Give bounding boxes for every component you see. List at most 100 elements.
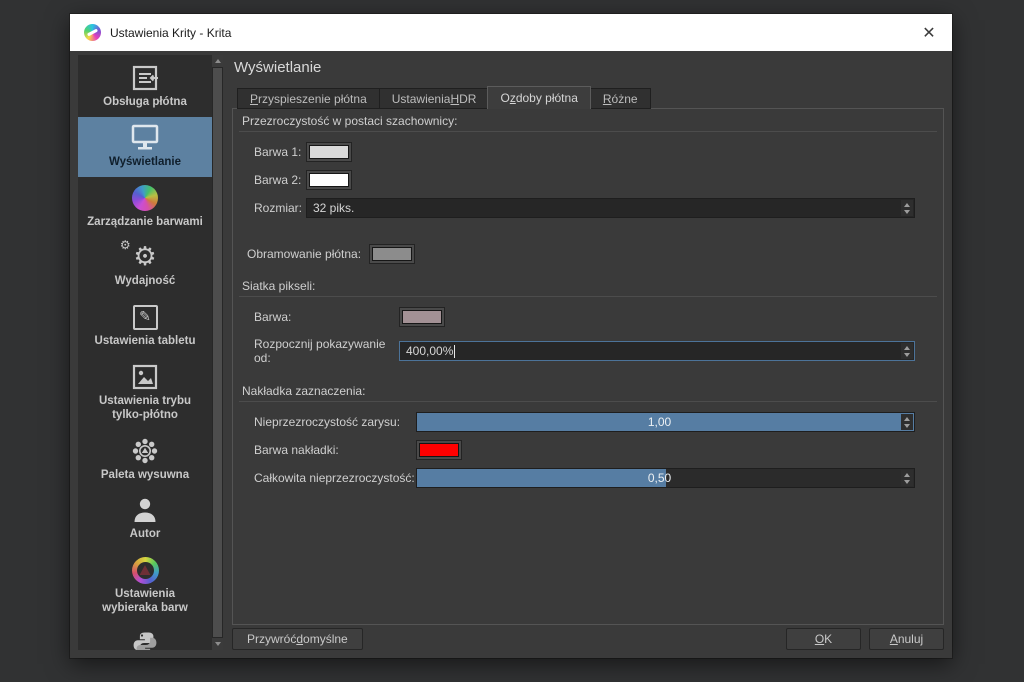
sidebar-item-paleta-wysuwna[interactable]: Paleta wysuwna [78,430,212,490]
sidebar-item-tryb-tylko-plotno[interactable]: Ustawienia trybu tylko-płótno [78,356,212,430]
group-checkers-title: Przezroczystość w postaci szachownicy: [239,109,937,132]
spin-up-icon [904,345,910,350]
sidebar-item-label: Zarządzanie barwami [87,215,203,228]
pixel-grid-start-spinbox[interactable]: 400,00% [399,341,915,361]
color-swatch [372,247,413,261]
tab-bar: Przyspieszenie płótna Ustawienia H DR Ozd… [232,86,944,109]
pixel-grid-color-label: Barwa: [254,310,292,324]
pixel-grid-start-label: Rozpocznij pokazywanie od: [254,337,386,365]
group-selection-overlay: Nakładka zaznaczenia: Nieprzezroczystość… [239,379,937,502]
settings-window: Ustawienia Krity - Krita ✕ Obsługa płótn… [70,14,952,658]
triangle-up-icon [214,59,221,63]
color1-label: Barwa 1: [254,145,302,159]
tab-przyspieszenie-plotna[interactable]: Przyspieszenie płótna [237,88,379,109]
spin-buttons[interactable] [901,470,913,486]
dialog-body: Obsługa płótna Wyświetlanie Zarządzanie … [70,51,952,658]
checker-color2-button[interactable] [306,170,352,190]
sidebar-item-label: Autor [129,528,161,541]
window-title: Ustawienia Krity - Krita [110,25,232,40]
group-pixel-grid: Siatka pikseli: Barwa: Rozpocznij pokazy… [239,274,937,379]
desktop-backdrop: Ustawienia Krity - Krita ✕ Obsługa płótn… [0,0,1024,682]
dialog-footer: Przywróć d omyślne OK Anuluj [232,628,944,650]
checker-size-spinbox[interactable]: 32 piks. [306,198,915,218]
global-opacity-label: Całkowita nieprzezroczystość: [254,471,415,485]
spin-up-icon [904,416,910,421]
cancel-button[interactable]: Anuluj [869,628,944,650]
overlay-color-button[interactable] [416,440,462,460]
tab-ustawienia-hdr[interactable]: Ustawienia H DR [378,88,489,109]
python-icon [131,629,159,650]
scrollbar-thumb[interactable] [213,68,222,637]
sidebar-item-list: Obsługa płótna Wyświetlanie Zarządzanie … [78,55,212,650]
outline-opacity-label: Nieprzezroczystość zarysu: [254,415,401,429]
sidebar-scrollbar[interactable] [212,55,223,650]
performance-icon: ⚙ ⚙ [119,238,157,273]
tablet-settings-icon: ✎ [132,302,158,332]
color-management-icon [132,183,158,213]
sidebar-item-ustawienia-tabletu[interactable]: ✎ Ustawienia tabletu [78,296,212,356]
canvas-border-row: Obramowanie płótna: [247,244,929,264]
color-selector-icon [131,555,159,585]
spin-down-icon [904,479,910,484]
canvas-input-icon [130,63,160,93]
global-opacity-slider[interactable]: 0,50 [416,468,915,488]
close-button[interactable]: ✕ [906,14,952,51]
color-swatch [419,443,459,457]
sidebar-item-wtyczki-pythona[interactable]: Zarządzanie wtyczkami Pythona [78,623,212,650]
sidebar-item-label: Obsługa płótna [103,96,187,108]
overlay-color-label: Barwa nakładki: [254,443,339,457]
spin-down-icon [904,209,910,214]
sidebar-item-label: Ustawienia wybieraka barw [102,588,188,614]
popup-palette-icon [131,436,159,466]
sidebar-item-wydajnosc[interactable]: ⚙ ⚙ Wydajność [78,236,212,296]
sidebar-item-obsluga-plotna[interactable]: Obsługa płótna [78,57,212,117]
sidebar-item-zarzadzanie-barwami[interactable]: Zarządzanie barwami [78,177,212,237]
triangle-down-icon [214,642,221,646]
footer-right-buttons: OK Anuluj [786,628,944,650]
sidebar-item-label: Paleta wysuwna [100,468,190,481]
ok-button[interactable]: OK [786,628,861,650]
main-content: Wyświetlanie Przyspieszenie płótna Ustaw… [232,55,944,650]
sidebar-item-wybierak-barw[interactable]: Ustawienia wybieraka barw [78,549,212,623]
checker-color1-button[interactable] [306,142,352,162]
sidebar: Obsługa płótna Wyświetlanie Zarządzanie … [78,55,223,650]
scroll-down-button[interactable] [212,638,223,650]
canvas-border-label: Obramowanie płótna: [247,247,362,261]
spin-buttons[interactable] [901,343,913,359]
tab-panel: Przezroczystość w postaci szachownicy: B… [232,108,944,625]
color2-label: Barwa 2: [254,173,302,187]
sidebar-item-label: Wyświetlanie [108,155,181,168]
spin-buttons[interactable] [901,414,913,430]
sidebar-item-label: Ustawienia trybu tylko-płótno [98,394,192,421]
sidebar-item-wyswietlanie[interactable]: Wyświetlanie [78,116,212,177]
canvas-only-icon [131,362,159,392]
krita-logo-icon [84,24,101,41]
group-checkers: Przezroczystość w postaci szachownicy: B… [239,109,937,232]
sidebar-item-label: Wydajność [114,275,176,288]
color-swatch [402,310,442,324]
sidebar-item-autor[interactable]: Autor [78,489,212,549]
outline-opacity-slider[interactable]: 1,00 [416,412,915,432]
scroll-up-button[interactable] [212,55,223,67]
color-swatch [309,173,349,187]
tab-ozdoby-plotna[interactable]: Oz doby płótna [487,86,591,109]
spin-up-icon [904,472,910,477]
spin-buttons[interactable] [901,200,913,216]
page-title: Wyświetlanie [234,59,322,76]
spin-down-icon [904,352,910,357]
author-icon [132,495,158,525]
spin-up-icon [904,202,910,207]
pixel-grid-color-button[interactable] [399,307,445,327]
text-caret [454,344,456,358]
checker-size-label: Rozmiar: [254,201,303,215]
canvas-border-color-button[interactable] [369,244,416,264]
group-selection-overlay-title: Nakładka zaznaczenia: [239,379,937,402]
color-swatch [309,145,349,159]
titlebar: Ustawienia Krity - Krita ✕ [70,14,952,51]
display-icon [129,123,161,153]
spin-down-icon [904,423,910,428]
restore-defaults-button[interactable]: Przywróć d omyślne [232,628,363,650]
sidebar-item-label: Ustawienia tabletu [94,335,196,348]
tab-rozne[interactable]: Różne [589,88,651,109]
group-pixel-grid-title: Siatka pikseli: [239,274,937,297]
